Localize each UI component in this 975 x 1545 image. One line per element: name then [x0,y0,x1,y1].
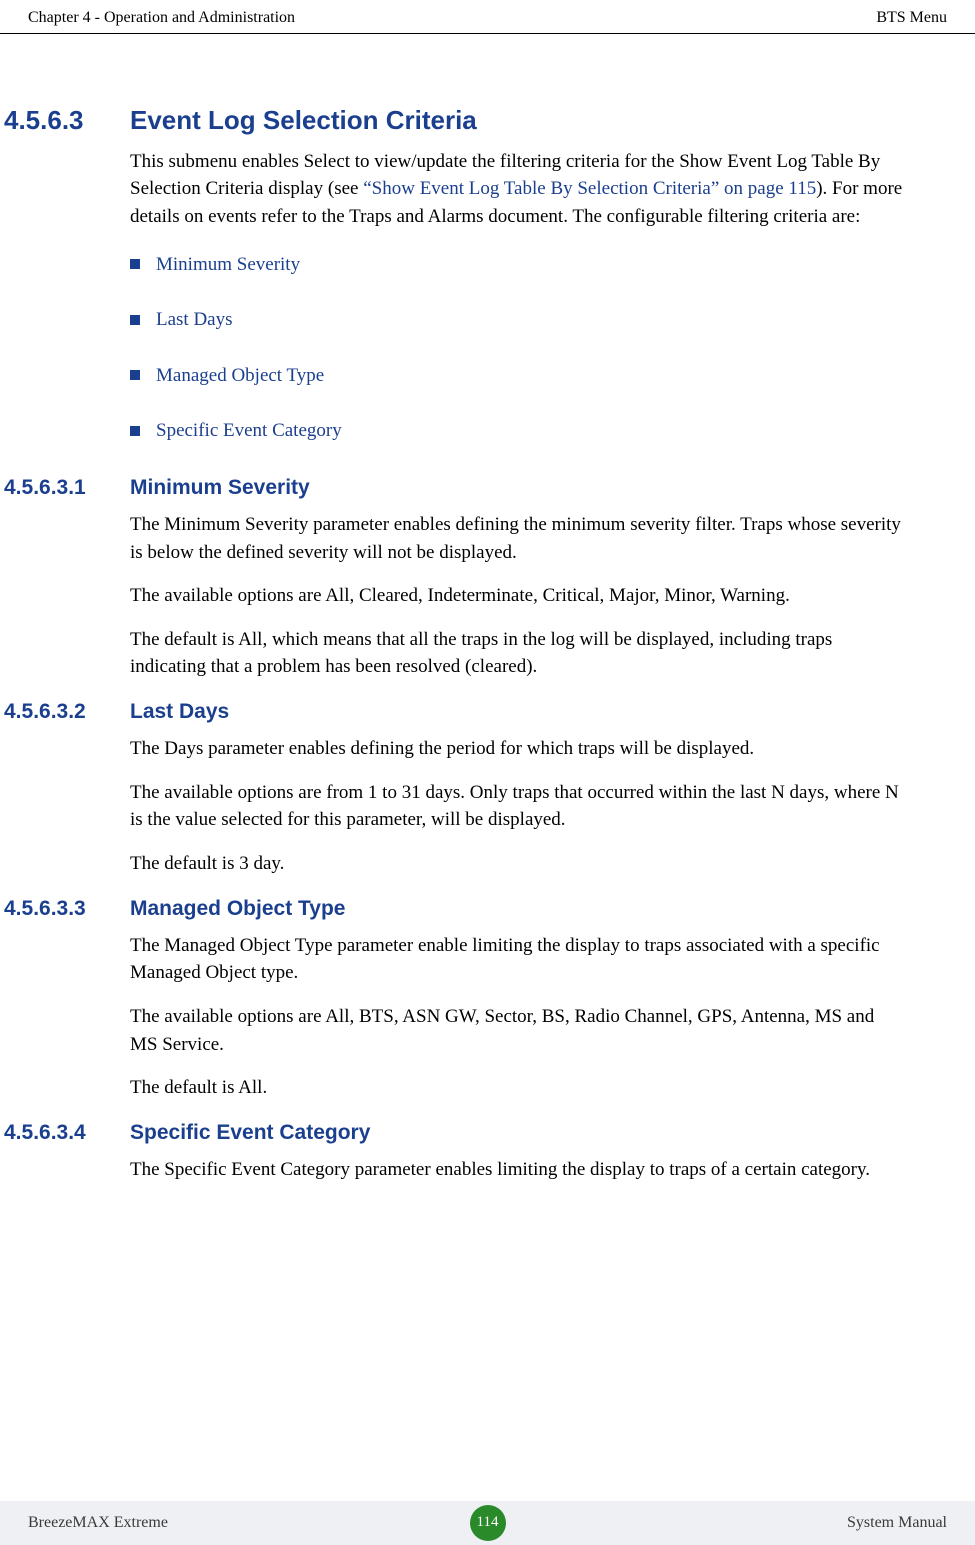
heading-number: 4.5.6.3 [0,102,130,140]
heading-title: Managed Object Type [130,894,346,924]
bullet-icon [130,370,140,380]
chapter-title: Chapter 4 - Operation and Administration [28,6,295,29]
body-paragraph: The Managed Object Type parameter enable… [130,932,905,987]
page-number-badge: 114 [470,1505,506,1541]
menu-title: BTS Menu [876,6,947,29]
body-paragraph: The default is All. [130,1074,905,1102]
list-item: Last Days [130,306,905,334]
intro-paragraph: This submenu enables Select to view/upda… [130,148,905,231]
body-paragraph: The Minimum Severity parameter enables d… [130,511,905,566]
body-paragraph: The available options are All, BTS, ASN … [130,1003,905,1058]
heading-number: 4.5.6.3.2 [0,697,130,727]
body-paragraph: The default is 3 day. [130,850,905,878]
page-content: 4.5.6.3 Event Log Selection Criteria Thi… [0,34,975,1183]
body-paragraph: The default is All, which means that all… [130,626,905,681]
list-item: Minimum Severity [130,251,905,279]
heading-title: Minimum Severity [130,473,310,503]
heading-title: Specific Event Category [130,1118,370,1148]
bullet-text: Specific Event Category [156,417,342,445]
body-paragraph: The available options are from 1 to 31 d… [130,779,905,834]
criteria-list: Minimum Severity Last Days Managed Objec… [130,251,905,445]
heading-managed-object-type: 4.5.6.3.3 Managed Object Type [0,894,905,924]
cross-reference-link[interactable]: “Show Event Log Table By Selection Crite… [363,178,816,199]
heading-number: 4.5.6.3.4 [0,1118,130,1148]
heading-specific-event-category: 4.5.6.3.4 Specific Event Category [0,1118,905,1148]
body-paragraph: The Days parameter enables defining the … [130,735,905,763]
bullet-text: Managed Object Type [156,362,324,390]
heading-number: 4.5.6.3.1 [0,473,130,503]
footer-left: BreezeMAX Extreme [28,1511,168,1534]
bullet-text: Minimum Severity [156,251,300,279]
bullet-icon [130,426,140,436]
heading-minimum-severity: 4.5.6.3.1 Minimum Severity [0,473,905,503]
body-paragraph: The available options are All, Cleared, … [130,582,905,610]
footer-right: System Manual [847,1511,947,1534]
body-paragraph: The Specific Event Category parameter en… [130,1156,905,1184]
list-item: Managed Object Type [130,362,905,390]
bullet-icon [130,315,140,325]
heading-title: Last Days [130,697,229,727]
heading-event-log-selection-criteria: 4.5.6.3 Event Log Selection Criteria [0,84,905,140]
bullet-text: Last Days [156,306,233,334]
bullet-icon [130,259,140,269]
heading-title: Event Log Selection Criteria [130,102,477,140]
list-item: Specific Event Category [130,417,905,445]
page-header: Chapter 4 - Operation and Administration… [0,0,975,34]
page-footer: BreezeMAX Extreme 114 System Manual [0,1501,975,1545]
heading-last-days: 4.5.6.3.2 Last Days [0,697,905,727]
heading-number: 4.5.6.3.3 [0,894,130,924]
